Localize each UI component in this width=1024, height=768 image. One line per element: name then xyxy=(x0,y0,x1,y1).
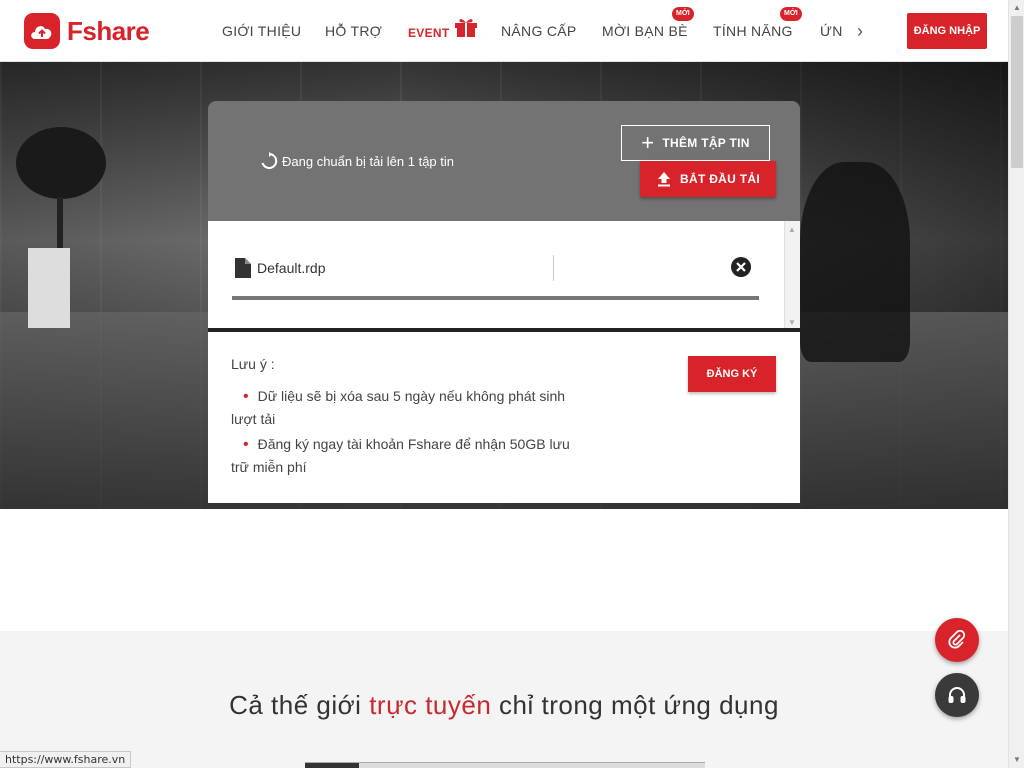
scroll-up-icon[interactable]: ▲ xyxy=(788,225,796,234)
nav-gioi-thieu[interactable]: GIỚI THIỆU xyxy=(222,23,301,39)
note-item-text: Đăng ký ngay tài khoản Fshare để nhận 50… xyxy=(231,436,570,475)
divider xyxy=(553,255,554,281)
refresh-icon xyxy=(261,152,278,169)
start-upload-button[interactable]: BẮT ĐẦU TẢI xyxy=(640,161,776,197)
close-icon[interactable] xyxy=(731,257,751,277)
nav-tinh-nang[interactable]: TÍNH NĂNG xyxy=(713,23,793,39)
login-button[interactable]: ĐĂNG NHẬP xyxy=(907,13,987,49)
new-badge: MỚI xyxy=(672,7,694,21)
note-item-text: Dữ liệu sẽ bị xóa sau 5 ngày nếu không p… xyxy=(231,388,566,427)
bullet-icon: • xyxy=(243,436,249,453)
attachment-button[interactable] xyxy=(935,618,979,662)
add-file-label: THÊM TẬP TIN xyxy=(662,136,750,150)
paperclip-icon xyxy=(948,630,966,649)
plus-icon: + xyxy=(641,130,655,155)
support-button[interactable] xyxy=(935,673,979,717)
scrollbar-thumb[interactable] xyxy=(1011,16,1023,168)
nav-moi-ban-be[interactable]: MỜI BẠN BÈ xyxy=(602,23,688,39)
register-button[interactable]: ĐĂNG KÝ xyxy=(688,356,776,392)
upload-status-text: Đang chuẩn bị tải lên 1 tập tin xyxy=(282,153,455,169)
tagline-accent: trực tuyến xyxy=(369,690,492,720)
status-bar-url: https://www.fshare.vn xyxy=(0,751,132,768)
file-name: Default.rdp xyxy=(257,260,326,276)
nav-nang-cap[interactable]: NÂNG CẤP xyxy=(501,23,577,39)
fshare-logo[interactable]: Fshare xyxy=(24,13,150,49)
scroll-down-icon[interactable]: ▼ xyxy=(788,318,796,327)
headset-icon xyxy=(948,687,966,703)
tagline-suffix: chỉ trong một ứng dụng xyxy=(491,690,779,720)
page: Fshare GIỚI THIỆU HỖ TRỢ EVENT NÂNG CẤP … xyxy=(0,0,1024,768)
note-item: • Đăng ký ngay tài khoản Fshare để nhận 5… xyxy=(231,433,571,479)
nav-event[interactable]: EVENT xyxy=(408,26,450,40)
new-badge: MỚI xyxy=(780,7,802,21)
start-upload-label: BẮT ĐẦU TẢI xyxy=(680,172,760,186)
scroll-down-icon[interactable]: ▼ xyxy=(1013,755,1021,764)
bullet-icon: • xyxy=(243,388,249,405)
cloud-upload-icon xyxy=(24,13,60,49)
page-scrollbar[interactable]: ▲ ▼ xyxy=(1008,0,1024,768)
upload-status: Đang chuẩn bị tải lên 1 tập tin xyxy=(260,152,454,170)
tagline-prefix: Cả thế giới xyxy=(229,690,370,720)
gift-icon[interactable] xyxy=(454,16,478,43)
person-silhouette xyxy=(800,162,910,362)
note-item: • Dữ liệu sẽ bị xóa sau 5 ngày nếu không … xyxy=(231,385,571,431)
note-title: Lưu ý : xyxy=(231,356,275,372)
chevron-right-icon[interactable]: › xyxy=(857,21,863,42)
file-list-scrollbar[interactable]: ▲ ▼ xyxy=(784,221,800,329)
scroll-up-icon[interactable]: ▲ xyxy=(1013,3,1021,12)
nav-ung-dung[interactable]: ỨN xyxy=(820,23,846,39)
add-file-button[interactable]: + THÊM TẬP TIN xyxy=(621,125,770,161)
tagline: Cả thế giới trực tuyến chỉ trong một ứng… xyxy=(0,690,1008,721)
upload-progress-bar xyxy=(232,296,759,300)
brand-name: Fshare xyxy=(67,15,150,46)
nav-ho-tro[interactable]: HỖ TRỢ xyxy=(325,23,382,39)
upload-icon xyxy=(658,172,671,187)
site-header: Fshare GIỚI THIỆU HỖ TRỢ EVENT NÂNG CẤP … xyxy=(0,0,1008,62)
app-preview xyxy=(305,762,705,768)
plant-image xyxy=(16,127,106,199)
file-icon xyxy=(235,258,251,283)
